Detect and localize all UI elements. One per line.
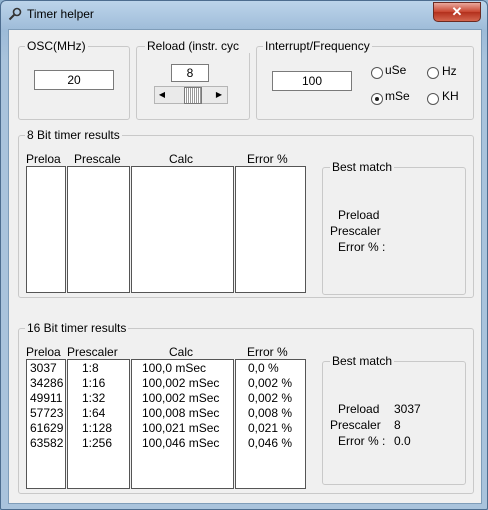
timer8-header-error: Error %: [247, 152, 288, 166]
table-row[interactable]: 61629: [30, 421, 63, 435]
table-row[interactable]: 49911: [30, 391, 62, 405]
table-row[interactable]: 0,002 %: [248, 376, 292, 390]
timer8-best-match-title: Best match: [330, 160, 395, 174]
timer16-header-preload: Preloa: [26, 345, 61, 359]
reload-group: Reload (instr. cyc 8 ◀ ▶: [136, 39, 252, 120]
timer8-header-preload: Preloa: [26, 152, 61, 166]
interrupt-group-label: Interrupt/Frequency: [263, 39, 372, 53]
reload-group-label: Reload (instr. cyc: [145, 39, 252, 53]
table-row[interactable]: 1:64: [82, 406, 105, 420]
timer8-list-error[interactable]: [235, 166, 306, 293]
timer16-error-value: 0.0: [394, 434, 411, 448]
timer8-error-label: Error % :: [338, 240, 386, 254]
table-row[interactable]: 0,0 %: [248, 361, 279, 375]
timer16-group-label: 16 Bit timer results: [25, 321, 129, 335]
close-button[interactable]: ✕: [433, 2, 481, 22]
table-row[interactable]: 100,021 mSec: [142, 421, 219, 435]
scroll-left-icon[interactable]: ◀: [155, 87, 169, 103]
radio-usec[interactable]: [371, 67, 383, 79]
window-title: Timer helper: [27, 7, 94, 21]
table-row[interactable]: 0,046 %: [248, 436, 292, 450]
timer16-group: 16 Bit timer results Preloa Prescaler Ca…: [18, 321, 474, 494]
osc-input[interactable]: 20: [34, 70, 114, 90]
timer16-best-match: Best match Preload 3037 Prescaler 8 Erro…: [322, 354, 466, 485]
scroll-thumb[interactable]: [184, 87, 202, 104]
timer8-preload-label: Preload: [338, 208, 380, 222]
table-row[interactable]: 1:8: [82, 361, 99, 375]
timer8-header-calc: Calc: [169, 152, 194, 166]
app-window: Timer helper ✕ OSC(MHz) 20 Reload (instr…: [0, 0, 488, 510]
timer8-group: 8 Bit timer results Preloa Prescale Calc…: [18, 128, 474, 298]
table-row[interactable]: 3037: [30, 361, 57, 375]
timer8-prescaler-label: Prescaler: [330, 224, 381, 238]
timer16-header-error: Error %: [247, 345, 288, 359]
timer8-list-preload[interactable]: [26, 166, 66, 293]
client-area: OSC(MHz) 20 Reload (instr. cyc 8 ◀ ▶ Int…: [8, 29, 482, 504]
table-row[interactable]: 100,002 mSec: [142, 376, 219, 390]
scroll-right-icon[interactable]: ▶: [212, 87, 226, 103]
timer16-header-prescaler: Prescaler: [67, 345, 118, 359]
timer8-header-prescaler: Prescale: [74, 152, 121, 166]
table-row[interactable]: 1:32: [82, 391, 105, 405]
timer16-preload-label: Preload: [338, 402, 380, 416]
timer16-list-error[interactable]: 0,0 % 0,002 % 0,002 % 0,008 % 0,021 % 0,…: [235, 359, 306, 489]
radio-hz-label: Hz: [442, 64, 457, 78]
radio-khz[interactable]: [427, 93, 439, 105]
timer16-best-match-title: Best match: [330, 354, 395, 368]
interrupt-group: Interrupt/Frequency 100 uSe Hz mSe KH: [256, 39, 474, 120]
timer16-prescaler-label: Prescaler: [330, 418, 381, 432]
table-row[interactable]: 100,0 mSec: [142, 361, 206, 375]
table-row[interactable]: 57723: [30, 406, 63, 420]
reload-scrollbar[interactable]: ◀ ▶: [154, 86, 228, 104]
table-row[interactable]: 0,002 %: [248, 391, 292, 405]
radio-msec[interactable]: [371, 93, 383, 105]
radio-hz[interactable]: [427, 67, 439, 79]
timer8-group-label: 8 Bit timer results: [25, 128, 122, 142]
table-row[interactable]: 100,008 mSec: [142, 406, 219, 420]
timer8-list-calc[interactable]: [131, 166, 234, 293]
timer16-preload-value: 3037: [394, 402, 421, 416]
osc-group-label: OSC(MHz): [25, 39, 88, 53]
timer16-list-prescaler[interactable]: 1:8 1:16 1:32 1:64 1:128 1:256: [67, 359, 130, 489]
timer16-list-preload[interactable]: 3037 34286 49911 57723 61629 63582: [26, 359, 66, 489]
timer16-list-calc[interactable]: 100,0 mSec 100,002 mSec 100,002 mSec 100…: [131, 359, 234, 489]
table-row[interactable]: 1:128: [82, 421, 112, 435]
table-row[interactable]: 34286: [30, 376, 63, 390]
table-row[interactable]: 1:16: [82, 376, 105, 390]
osc-group: OSC(MHz) 20: [18, 39, 130, 120]
timer16-prescaler-value: 8: [394, 418, 401, 432]
table-row[interactable]: 100,002 mSec: [142, 391, 219, 405]
radio-khz-label: KH: [442, 89, 459, 103]
table-row[interactable]: 63582: [30, 436, 63, 450]
timer8-best-match: Best match Preload Prescaler Error % :: [322, 160, 466, 295]
reload-input[interactable]: 8: [171, 64, 209, 82]
timer16-header-calc: Calc: [169, 345, 194, 359]
table-row[interactable]: 100,046 mSec: [142, 436, 219, 450]
interrupt-input[interactable]: 100: [272, 71, 352, 91]
timer16-error-label: Error % :: [338, 434, 386, 448]
table-row[interactable]: 0,021 %: [248, 421, 292, 435]
timer8-list-prescaler[interactable]: [67, 166, 130, 293]
radio-msec-label: mSe: [385, 89, 410, 103]
radio-usec-label: uSe: [385, 63, 407, 77]
title-bar[interactable]: Timer helper ✕: [1, 1, 487, 29]
table-row[interactable]: 0,008 %: [248, 406, 292, 420]
table-row[interactable]: 1:256: [82, 436, 112, 450]
wrench-icon: [8, 7, 22, 21]
